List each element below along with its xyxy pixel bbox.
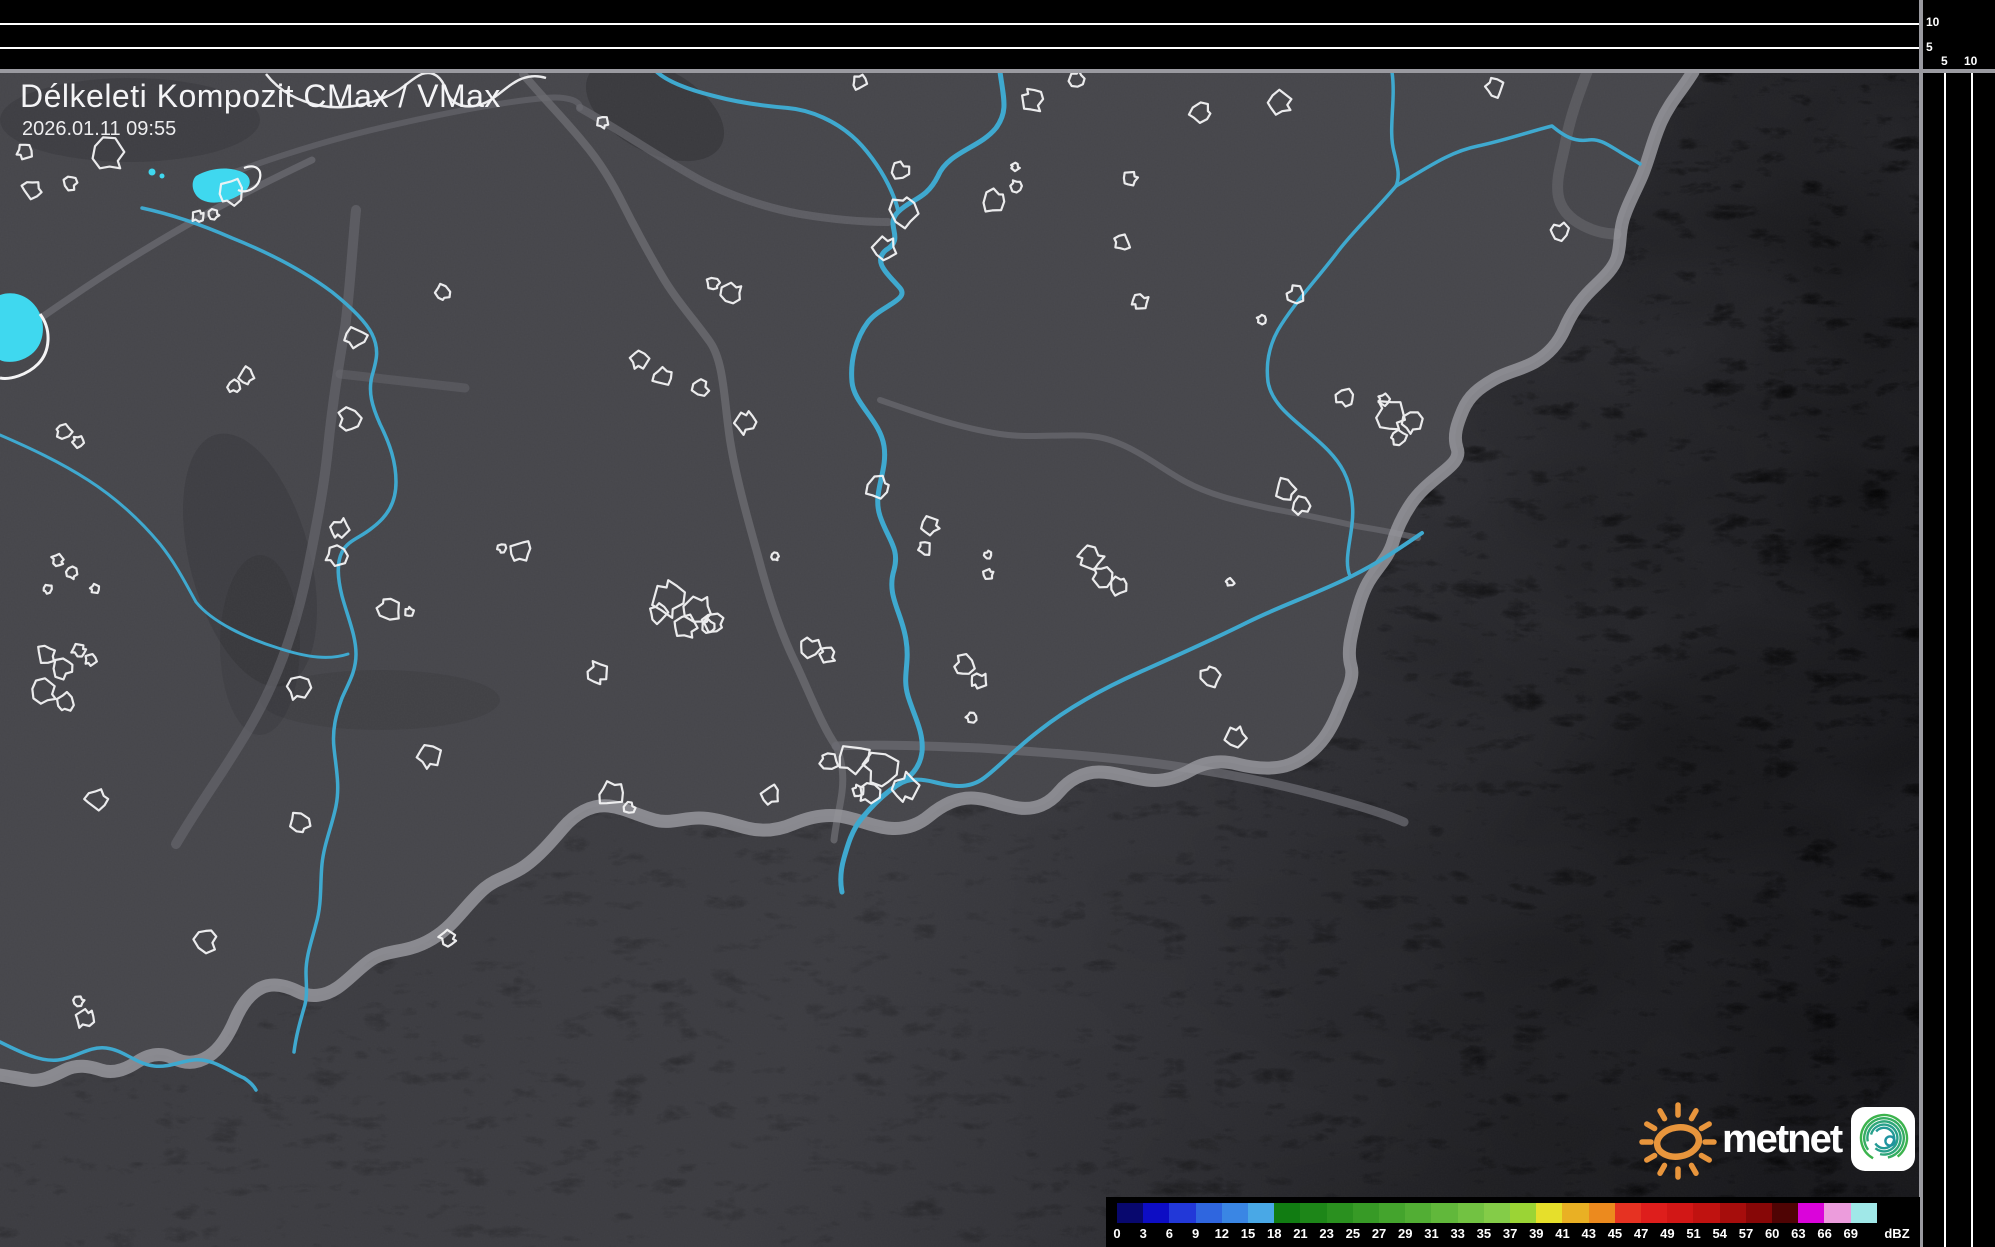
colorbar-segment	[1720, 1203, 1746, 1223]
colorbar-segment	[1353, 1203, 1379, 1223]
colorbar-tick-label: 18	[1267, 1226, 1281, 1241]
lake	[149, 169, 156, 176]
colorbar-tick-label: 43	[1581, 1226, 1595, 1241]
colorbar-segment	[1667, 1203, 1693, 1223]
colorbar-tick-label: 41	[1555, 1226, 1569, 1241]
map-right-axis-line	[1919, 0, 1923, 1247]
colorbar-tick-label: 31	[1424, 1226, 1438, 1241]
top-axis-label-5: 5	[1926, 41, 1933, 53]
metnet-logo: metnet	[1638, 1098, 1915, 1180]
colorbar-segment	[1798, 1203, 1824, 1223]
dbz-colorbar: 0369121518212325272931333537394143454749…	[1106, 1197, 1920, 1247]
colorbar-tick-label: 57	[1739, 1226, 1753, 1241]
colorbar-segment	[1117, 1203, 1143, 1223]
timestamp: 2026.01.11 09:55	[22, 118, 176, 141]
colorbar-tick-label: 51	[1686, 1226, 1700, 1241]
colorbar-segment	[1248, 1203, 1274, 1223]
colorbar-tick-label: 12	[1215, 1226, 1229, 1241]
colorbar-segment	[1851, 1203, 1877, 1223]
colorbar-segment	[1824, 1203, 1850, 1223]
colorbar-segment	[1615, 1203, 1641, 1223]
colorbar-tick-label: 66	[1817, 1226, 1831, 1241]
colorbar-tick-label: 6	[1166, 1226, 1173, 1241]
colorbar-segment	[1510, 1203, 1536, 1223]
right-axis-label-10: 10	[1964, 55, 1977, 67]
map-top-axis-line	[0, 69, 1995, 73]
page-title: Délkeleti Kompozit CMax / VMax	[20, 78, 501, 115]
colorbar-segment	[1143, 1203, 1169, 1223]
colorbar-tick-label: 47	[1634, 1226, 1648, 1241]
colorbar-tick-label: 21	[1293, 1226, 1307, 1241]
colorbar-tick-label: 27	[1372, 1226, 1386, 1241]
top-panel-gridline-5km	[0, 47, 1920, 49]
colorbar-segment	[1405, 1203, 1431, 1223]
colorbar-segment	[1274, 1203, 1300, 1223]
colorbar-tick-label: 45	[1608, 1226, 1622, 1241]
right-panel-gridline-5km	[1944, 72, 1946, 1247]
colorbar-tick-label: 0	[1113, 1226, 1120, 1241]
colorbar-segment	[1458, 1203, 1484, 1223]
colorbar-tick-label: 49	[1660, 1226, 1674, 1241]
colorbar-segment	[1222, 1203, 1248, 1223]
dbz-colorbar-labels: 0369121518212325272931333537394143454749…	[1106, 1226, 1920, 1244]
right-axis-label-5: 5	[1941, 55, 1948, 67]
right-profile-panel	[1923, 0, 1995, 1247]
map-grain	[0, 72, 1920, 1247]
colorbar-segment	[1431, 1203, 1457, 1223]
colorbar-tick-label: 63	[1791, 1226, 1805, 1241]
metnet-app-icon	[1851, 1107, 1915, 1171]
colorbar-tick-label: 69	[1844, 1226, 1858, 1241]
colorbar-tick-label: 9	[1192, 1226, 1199, 1241]
colorbar-tick-label: 23	[1319, 1226, 1333, 1241]
colorbar-segment	[1589, 1203, 1615, 1223]
colorbar-segment	[1484, 1203, 1510, 1223]
colorbar-tick-label: 54	[1713, 1226, 1727, 1241]
colorbar-tick-label: 33	[1450, 1226, 1464, 1241]
radar-map[interactable]	[0, 72, 1920, 1247]
metnet-logo-text: metnet	[1722, 1117, 1841, 1162]
right-panel-gridline-10km	[1971, 72, 1973, 1247]
colorbar-tick-label: 29	[1398, 1226, 1412, 1241]
colorbar-segment	[1641, 1203, 1667, 1223]
sun-icon	[1638, 1098, 1718, 1180]
colorbar-segment	[1196, 1203, 1222, 1223]
colorbar-segment	[1300, 1203, 1326, 1223]
top-profile-panel	[0, 0, 1923, 69]
top-axis-label-10: 10	[1926, 16, 1939, 28]
colorbar-segment	[1562, 1203, 1588, 1223]
colorbar-segment	[1327, 1203, 1353, 1223]
colorbar-segment	[1693, 1203, 1719, 1223]
top-panel-gridline-10km	[0, 23, 1920, 25]
colorbar-unit-label: dBZ	[1884, 1226, 1909, 1241]
colorbar-tick-label: 15	[1241, 1226, 1255, 1241]
dbz-colorbar-segments	[1117, 1203, 1877, 1223]
colorbar-segment	[1379, 1203, 1405, 1223]
colorbar-tick-label: 37	[1503, 1226, 1517, 1241]
colorbar-tick-label: 25	[1346, 1226, 1360, 1241]
map-canvas	[0, 72, 1920, 1247]
colorbar-tick-label: 39	[1529, 1226, 1543, 1241]
colorbar-segment	[1536, 1203, 1562, 1223]
colorbar-segment	[1746, 1203, 1772, 1223]
radar-viewer: 10 5 5 10 Délkeleti Kompozit CMax / VMax…	[0, 0, 1995, 1247]
colorbar-tick-label: 3	[1140, 1226, 1147, 1241]
colorbar-segment	[1772, 1203, 1798, 1223]
lake	[160, 174, 165, 179]
colorbar-tick-label: 35	[1477, 1226, 1491, 1241]
colorbar-segment	[1169, 1203, 1195, 1223]
colorbar-tick-label: 60	[1765, 1226, 1779, 1241]
